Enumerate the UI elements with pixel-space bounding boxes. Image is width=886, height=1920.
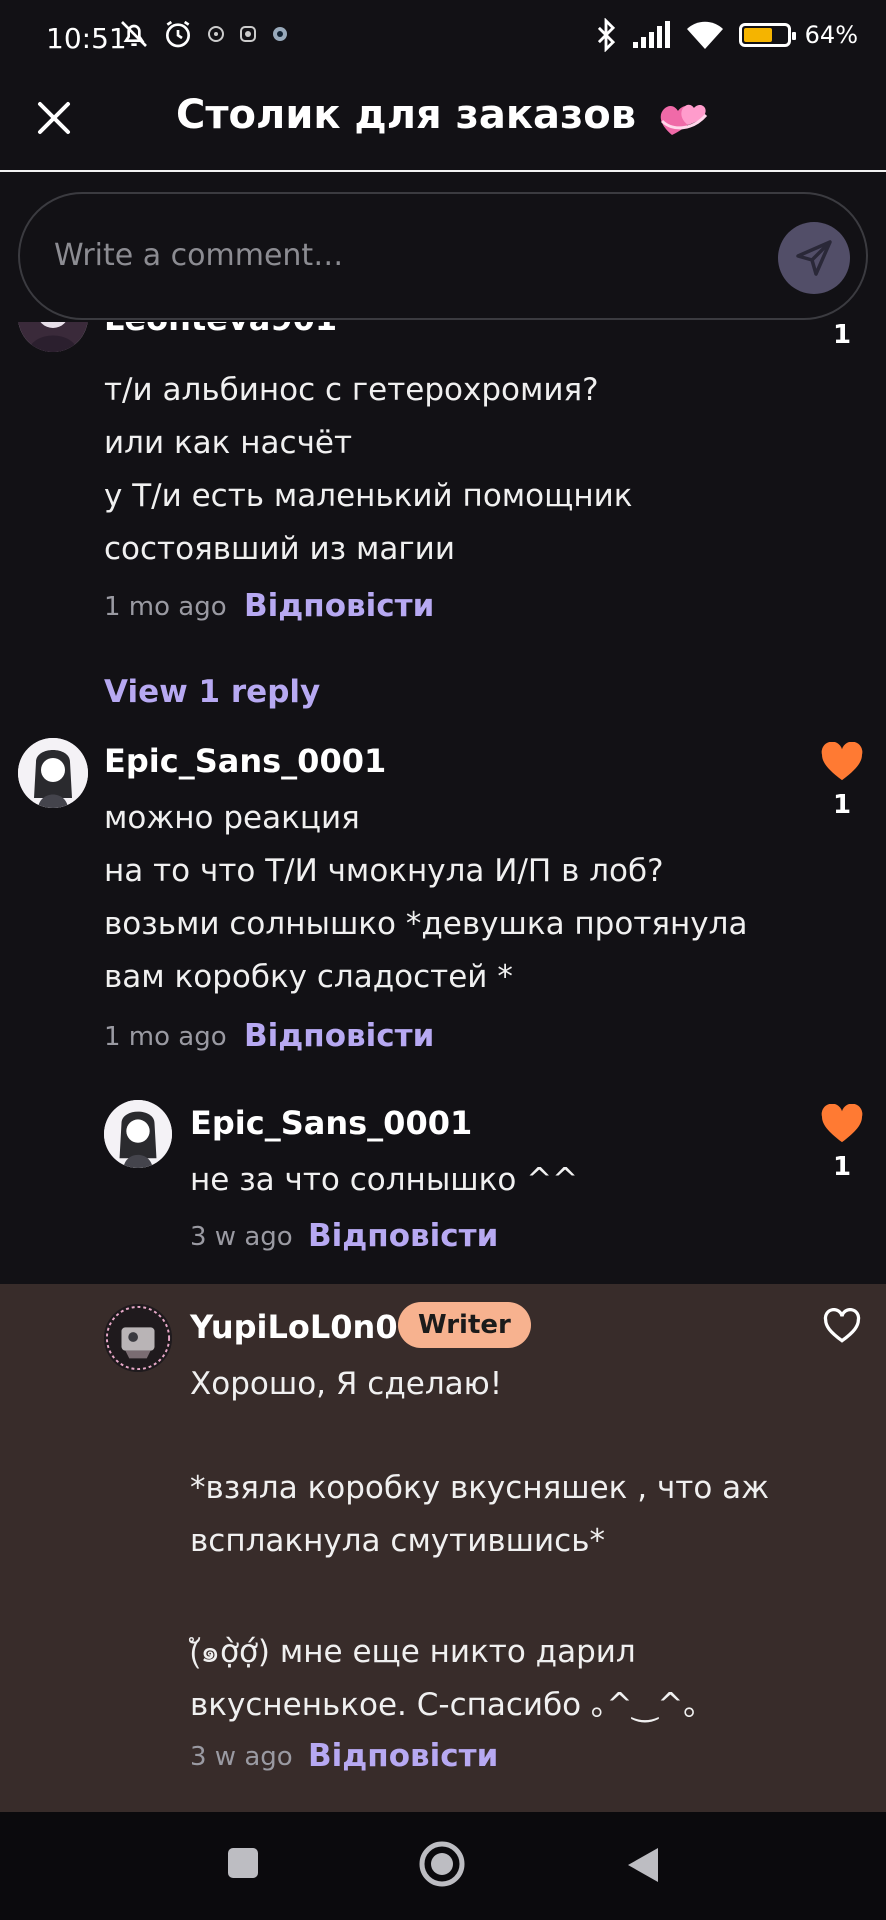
two-hearts-icon	[660, 104, 708, 135]
avatar-image	[18, 738, 88, 808]
heart-outline-icon	[823, 1307, 861, 1343]
comment-input[interactable]	[54, 230, 754, 280]
avatar[interactable]	[104, 1304, 172, 1372]
comment-text-line: или как насчёт	[104, 425, 353, 461]
comment-text-line: т/и альбинос с гетерохромия?	[104, 372, 599, 408]
recent-apps-button[interactable]	[226, 1846, 260, 1884]
wifi-icon	[686, 21, 723, 49]
page-title-text: Столик для заказов	[176, 92, 637, 138]
recent-apps-icon	[228, 1848, 258, 1878]
send-button[interactable]	[778, 222, 850, 294]
comment-username[interactable]: Leonteva901	[104, 322, 337, 338]
reply-link[interactable]: Відповісти	[308, 1218, 498, 1254]
header: Столик для заказов	[0, 78, 886, 172]
bluetooth-icon	[597, 18, 615, 52]
home-button[interactable]	[418, 1840, 466, 1892]
comment-text-line: вам коробку сладостей *	[104, 959, 513, 995]
avatar-image	[104, 1304, 172, 1372]
alarm-icon	[166, 20, 190, 48]
like-button[interactable]: 1	[812, 1103, 872, 1182]
avatar-image	[104, 1100, 172, 1168]
battery-percent: 64%	[804, 21, 858, 49]
reply-link[interactable]: Відповісти	[244, 1018, 434, 1054]
view-replies-link[interactable]: View 1 reply	[104, 674, 320, 710]
heart-filled-icon	[821, 741, 863, 781]
comment-text-line: всплакнула смутившись*	[190, 1523, 605, 1559]
comment-text-line: Хорошо, Я сделаю!	[190, 1366, 503, 1402]
bell-off-icon	[121, 21, 147, 47]
comments-list: Leonteva901 1 т/и альбинос с гетерохроми…	[0, 322, 886, 1812]
navigation-bar	[0, 1812, 886, 1920]
status-bar: 10:51 64%	[0, 0, 886, 78]
comment-text-line: вкусненькое. С-спасибо ｡^‿^｡	[190, 1687, 699, 1723]
status-notification-icons	[118, 18, 290, 50]
like-button[interactable]: 1	[812, 322, 872, 350]
like-button[interactable]: 1	[812, 741, 872, 820]
app-icon	[273, 27, 287, 41]
comment-username[interactable]: Epic_Sans_0001	[190, 1104, 472, 1142]
reply-link[interactable]: Відповісти	[244, 588, 434, 624]
comment-text-line: состоявший из магии	[104, 531, 455, 567]
page-title: Столик для заказов	[0, 92, 886, 139]
battery-fill	[743, 28, 772, 42]
reply-link[interactable]: Відповісти	[308, 1738, 498, 1774]
comment-text-line: *взяла коробку вкусняшек , что аж	[190, 1470, 770, 1506]
comment-time: 1 mo ago	[104, 1022, 227, 1052]
comment-text-line: не за что солнышко ^^	[190, 1162, 579, 1198]
comment-username[interactable]: YupiLoL0n0	[190, 1308, 398, 1346]
comment-text-line: у Т/и есть маленький помощник	[104, 478, 633, 514]
comment-username[interactable]: Epic_Sans_0001	[104, 742, 386, 780]
app-icon	[208, 26, 224, 42]
status-time: 10:51	[46, 22, 127, 55]
battery-icon	[738, 23, 796, 47]
comment-text-line: (ั๑ợ̀ợ́) мне еще никто дарил	[190, 1634, 636, 1670]
like-count: 1	[832, 790, 852, 820]
comment-box	[18, 192, 868, 320]
back-button[interactable]	[626, 1846, 660, 1888]
avatar[interactable]	[104, 1100, 172, 1168]
avatar[interactable]	[18, 322, 88, 352]
like-count: 1	[832, 322, 852, 350]
send-icon	[796, 240, 832, 276]
comment-time: 1 mo ago	[104, 592, 227, 622]
comment-time: 3 w ago	[190, 1222, 293, 1252]
comment-text-line: на то что Т/И чмокнула И/П в лоб?	[104, 853, 664, 889]
heart-filled-icon	[821, 1103, 863, 1143]
app-icon	[240, 26, 256, 42]
home-icon	[419, 1841, 465, 1887]
like-button[interactable]	[812, 1307, 872, 1348]
signal-icon	[632, 21, 670, 48]
like-count: 1	[832, 1152, 852, 1182]
comment-text-line: возьми солнышко *девушка протянула	[104, 906, 748, 942]
avatar-image	[18, 322, 88, 352]
writer-badge: Writer	[398, 1302, 531, 1348]
comment-time: 3 w ago	[190, 1742, 293, 1772]
back-icon	[628, 1848, 658, 1882]
status-system-icons: 64%	[595, 18, 858, 52]
comment-text-line: можно реакция	[104, 800, 360, 836]
avatar[interactable]	[18, 738, 88, 808]
